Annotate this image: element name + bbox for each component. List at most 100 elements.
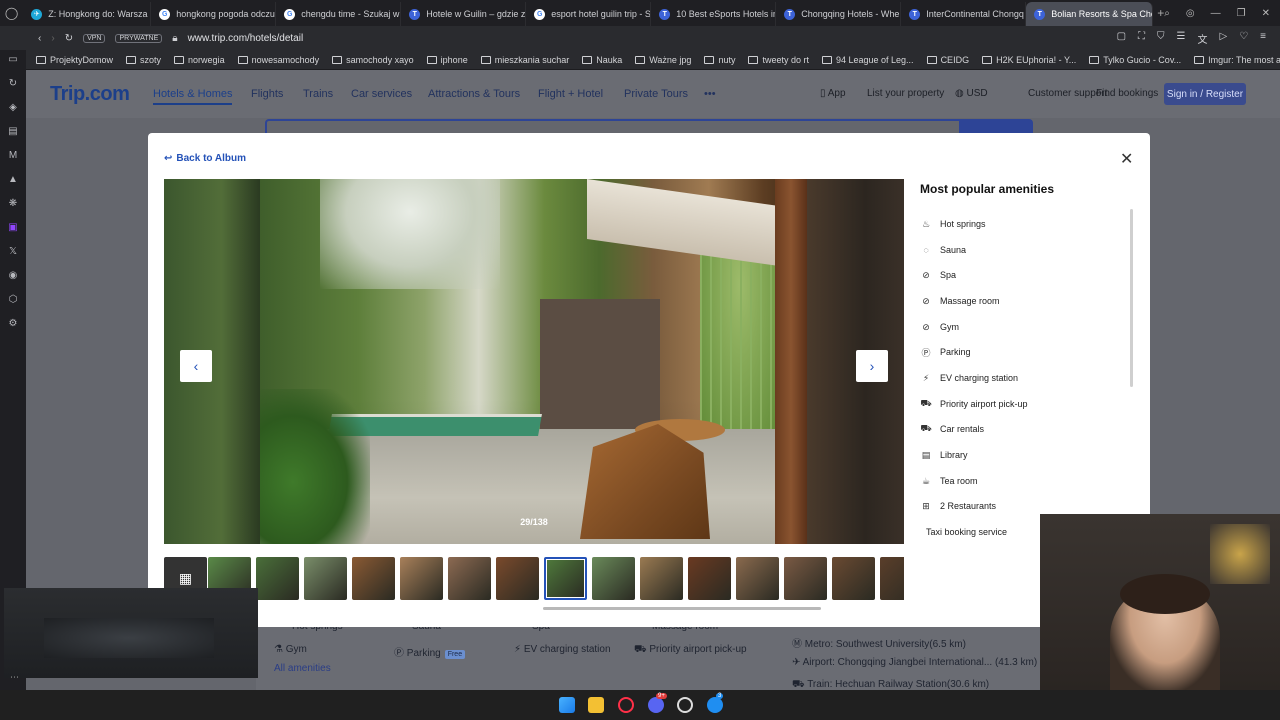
bookmark-item[interactable]: ProjektyDomow bbox=[36, 55, 113, 65]
browser-tab[interactable]: ✈ Z: Hongkong do: Warsza bbox=[23, 2, 152, 26]
url-input[interactable]: www.trip.com/hotels/detail bbox=[188, 33, 304, 44]
browser-tab[interactable]: Gchengdu time - Szukaj w bbox=[276, 2, 402, 26]
photo-thumbnail[interactable] bbox=[496, 557, 539, 600]
pinboard-icon[interactable]: ▤ bbox=[6, 124, 20, 138]
overlay-menu-icon[interactable]: ⋯ bbox=[10, 672, 19, 683]
nav-attractions[interactable]: Attractions & Tours bbox=[428, 88, 520, 100]
photo-thumbnail[interactable] bbox=[400, 557, 443, 600]
bookmark-item[interactable]: iphone bbox=[426, 55, 468, 65]
file-explorer-icon[interactable] bbox=[588, 697, 604, 713]
twitch-icon[interactable]: ▣ bbox=[6, 220, 20, 234]
previous-photo-button[interactable]: ‹ bbox=[180, 350, 212, 382]
next-photo-button[interactable]: › bbox=[856, 350, 888, 382]
photo-thumbnail[interactable] bbox=[640, 557, 683, 600]
browser-tab[interactable]: T 10 Best eSports Hotels in bbox=[651, 2, 777, 26]
extensions-icon[interactable]: ☰ bbox=[1177, 31, 1186, 46]
bookmark-item[interactable]: mieszkania suchar bbox=[480, 55, 569, 65]
close-modal-icon[interactable]: ✕ bbox=[1120, 149, 1133, 169]
bg-pickup: ⛟ Priority airport pick-up bbox=[634, 644, 747, 655]
chatgpt-icon[interactable]: ❋ bbox=[6, 196, 20, 210]
nav-flight-hotel[interactable]: Flight + Hotel bbox=[538, 88, 603, 100]
nav-car-services[interactable]: Car services bbox=[351, 88, 412, 100]
list-property-link[interactable]: List your property bbox=[867, 88, 944, 99]
all-amenities-link[interactable]: All amenities bbox=[274, 663, 331, 674]
cube-icon[interactable]: ⬡ bbox=[6, 292, 20, 306]
nav-trains[interactable]: Trains bbox=[303, 88, 333, 100]
close-window-icon[interactable]: ✕ bbox=[1262, 8, 1270, 19]
bookmark-icon[interactable]: ▢ bbox=[1117, 31, 1126, 46]
aria-icon[interactable]: ◈ bbox=[6, 100, 20, 114]
browser-tab[interactable]: T Chongqing Hotels - Whe bbox=[776, 2, 902, 26]
photo-thumbnail[interactable] bbox=[304, 557, 347, 600]
bookmark-item[interactable]: 94 League of Leg... bbox=[821, 55, 914, 65]
thumbnail-scrollbar[interactable] bbox=[543, 607, 821, 610]
bookmark-item[interactable]: Imgur: The most a... bbox=[1194, 55, 1280, 65]
bookmark-item[interactable]: norwegia bbox=[174, 55, 225, 65]
photo-thumbnail[interactable] bbox=[880, 557, 904, 600]
browser-tab[interactable]: T Bolian Resorts & Spa Chc bbox=[1026, 2, 1154, 26]
photo-thumbnail[interactable] bbox=[544, 557, 587, 600]
aria-ai-icon[interactable]: ▲ bbox=[6, 172, 20, 186]
bookmark-item[interactable]: Nauka bbox=[582, 55, 622, 65]
forward-icon[interactable]: › bbox=[51, 33, 54, 44]
m-icon[interactable]: M bbox=[6, 148, 20, 162]
player-sidebar-icon[interactable]: ◉ bbox=[6, 268, 20, 282]
translate-icon[interactable]: 文 bbox=[1197, 31, 1207, 46]
site-logo[interactable]: Trip.com bbox=[50, 83, 130, 106]
bookmark-item[interactable]: nowesamochody bbox=[237, 55, 319, 65]
browser-tab[interactable]: T InterContinental Chongq bbox=[901, 2, 1027, 26]
screenshot-icon[interactable]: ⛶ bbox=[1138, 31, 1145, 46]
back-to-album-link[interactable]: ↩ Back to Album bbox=[164, 153, 246, 164]
bookmark-item[interactable]: CEIDG bbox=[926, 55, 969, 65]
bookmark-item[interactable]: H2K EUphoria! - Y... bbox=[982, 55, 1076, 65]
snapshot-icon[interactable]: ◎ bbox=[1186, 8, 1195, 19]
bookmark-item[interactable]: tweety do rt bbox=[748, 55, 809, 65]
bookmark-item[interactable]: Ważne jpg bbox=[635, 55, 691, 65]
photo-thumbnail[interactable] bbox=[832, 557, 875, 600]
settings-icon[interactable]: ⚙ bbox=[6, 316, 20, 330]
vpn-badge[interactable]: VPN bbox=[83, 33, 106, 43]
app-link[interactable]: ▯ App bbox=[820, 88, 846, 99]
new-tab-icon[interactable]: + bbox=[1157, 6, 1164, 20]
discord-icon[interactable] bbox=[648, 697, 664, 713]
menu-icon[interactable]: ≡ bbox=[1260, 31, 1266, 46]
photo-thumbnail[interactable] bbox=[448, 557, 491, 600]
messenger-icon[interactable] bbox=[707, 697, 723, 713]
shield-icon[interactable]: ⛉ bbox=[1157, 31, 1165, 46]
workspaces-icon[interactable]: ▭ bbox=[6, 52, 20, 66]
photo-thumbnail[interactable] bbox=[256, 557, 299, 600]
sign-in-button[interactable]: Sign in / Register bbox=[1164, 83, 1246, 105]
photo-thumbnail[interactable] bbox=[784, 557, 827, 600]
player-icon[interactable]: ▷ bbox=[1219, 31, 1227, 46]
bookmark-item[interactable]: nuty bbox=[704, 55, 735, 65]
photo-thumbnail[interactable] bbox=[736, 557, 779, 600]
minimize-icon[interactable]: — bbox=[1211, 8, 1221, 19]
photo-thumbnail[interactable] bbox=[352, 557, 395, 600]
find-bookings-link[interactable]: Find bookings bbox=[1096, 88, 1158, 99]
opera-logo-icon[interactable]: ◯ bbox=[0, 6, 23, 20]
heart-icon[interactable]: ♡ bbox=[1239, 31, 1248, 46]
nav-private-tours[interactable]: Private Tours bbox=[624, 88, 688, 100]
nav-more[interactable]: ••• bbox=[704, 88, 716, 100]
browser-tab[interactable]: Ghongkong pogoda odczu bbox=[151, 2, 277, 26]
nav-flights[interactable]: Flights bbox=[251, 88, 283, 100]
nav-hotels[interactable]: Hotels & Homes bbox=[153, 88, 233, 105]
x-icon[interactable]: 𝕏 bbox=[6, 244, 20, 258]
bookmark-item[interactable]: samochody xayo bbox=[332, 55, 414, 65]
reload-icon[interactable]: ↻ bbox=[65, 33, 73, 44]
photo-thumbnail[interactable] bbox=[592, 557, 635, 600]
start-icon[interactable] bbox=[559, 697, 575, 713]
amenities-scrollbar[interactable] bbox=[1130, 209, 1133, 387]
bookmark-item[interactable]: szoty bbox=[126, 55, 161, 65]
browser-tab[interactable]: T Hotele w Guilin – gdzie z bbox=[401, 2, 527, 26]
search-tabs-icon[interactable]: ⌕ bbox=[1164, 8, 1170, 19]
history-icon[interactable]: ↻ bbox=[6, 76, 20, 90]
opera-taskbar-icon[interactable] bbox=[618, 697, 634, 713]
back-icon[interactable]: ‹ bbox=[38, 33, 41, 44]
currency-selector[interactable]: ◍ USD bbox=[955, 88, 988, 99]
chrome-icon[interactable] bbox=[677, 697, 693, 713]
maximize-icon[interactable]: ❐ bbox=[1237, 8, 1246, 19]
bookmark-item[interactable]: Tylko Gucio - Cov... bbox=[1089, 55, 1181, 65]
browser-tab[interactable]: Gesport hotel guilin trip - S bbox=[526, 2, 652, 26]
photo-thumbnail[interactable] bbox=[688, 557, 731, 600]
